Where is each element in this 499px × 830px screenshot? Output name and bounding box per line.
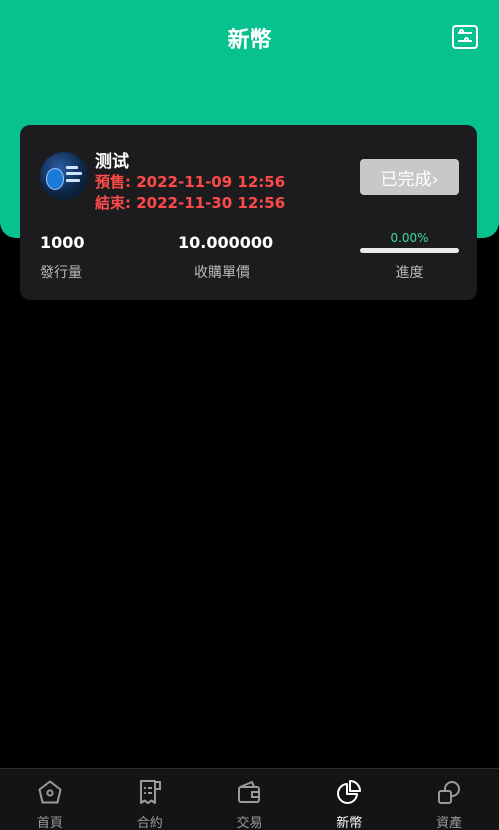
progress-percent: 0.00% [390, 231, 429, 245]
tab-home[interactable]: 首頁 [0, 769, 100, 830]
wallet-icon [238, 781, 261, 803]
progress-label: 進度 [395, 265, 424, 281]
bottom-tab-bar: 首頁 合約 交易 新幣 資產 [0, 768, 499, 830]
pie-chart-icon [337, 780, 362, 804]
unit-price-label: 收購單價 [194, 265, 250, 281]
contract-icon [139, 780, 161, 804]
filter-settings-button[interactable] [452, 25, 478, 49]
tab-contract[interactable]: 合約 [100, 769, 200, 830]
tab-label: 合約 [136, 816, 163, 830]
coin-logo [40, 152, 88, 200]
tab-label: 新幣 [336, 816, 363, 830]
presale-date: 預售: 2022-11-09 12:56 [95, 173, 286, 191]
new-coin-card[interactable]: 测试 預售: 2022-11-09 12:56 結束: 2022-11-30 1… [20, 125, 477, 300]
tab-label: 首頁 [36, 816, 63, 830]
unit-price-value: 10.000000 [178, 233, 274, 252]
tab-assets[interactable]: 資產 [399, 769, 499, 830]
tab-new-coin[interactable]: 新幣 [299, 769, 399, 830]
progress-bar [360, 248, 459, 253]
page-title: 新幣 [227, 28, 272, 53]
issue-amount-value: 1000 [40, 233, 85, 252]
coin-name: 测试 [95, 152, 129, 172]
completed-status-button[interactable]: 已完成› [360, 159, 459, 195]
tab-label: 交易 [236, 816, 263, 830]
issue-amount-label: 發行量 [40, 265, 82, 281]
home-icon [38, 780, 62, 804]
end-date: 結束: 2022-11-30 12:56 [95, 194, 286, 212]
tab-label: 資產 [436, 816, 463, 830]
assets-icon [438, 781, 461, 804]
tab-trade[interactable]: 交易 [200, 769, 300, 830]
